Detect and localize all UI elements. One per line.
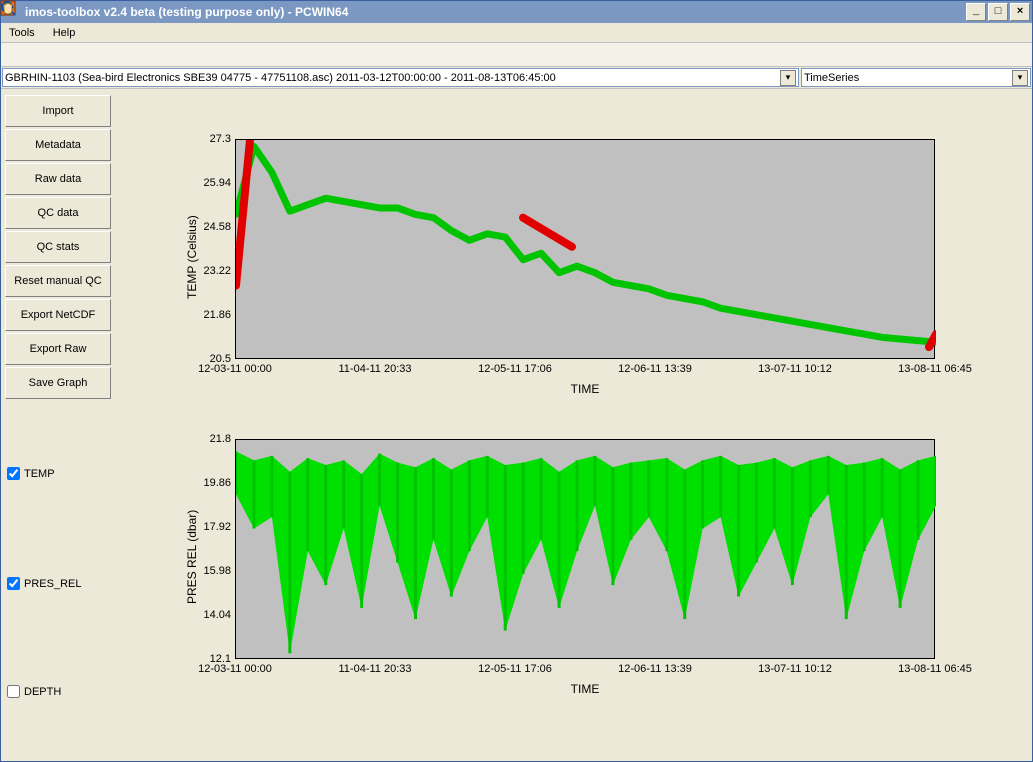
zoom-out-button[interactable]: [33, 44, 55, 66]
toolbar: [1, 43, 1032, 67]
x-tick: 13-08-11 06:45: [885, 363, 985, 375]
x-tick: 11-04-11 20:33: [325, 663, 425, 675]
pan-button[interactable]: [61, 44, 83, 66]
close-button[interactable]: ×: [1010, 3, 1030, 21]
y-tick: 21.86: [191, 309, 231, 321]
app-window: imos-toolbox v2.4 beta (testing purpose …: [0, 0, 1033, 762]
var-check-temp[interactable]: TEMP: [7, 467, 55, 480]
pres-rel-label: PRES_REL: [24, 578, 81, 590]
save-graph-button[interactable]: Save Graph: [5, 367, 111, 399]
metadata-button[interactable]: Metadata: [5, 129, 111, 161]
menu-help[interactable]: Help: [49, 25, 80, 41]
reset-manual-qc-button[interactable]: Reset manual QC: [5, 265, 111, 297]
x-tick: 13-08-11 06:45: [885, 663, 985, 675]
dataset-combo[interactable]: GBRHIN-1103 (Sea-bird Electronics SBE39 …: [2, 68, 799, 87]
x-tick: 12-03-11 00:00: [185, 363, 285, 375]
depth-label: DEPTH: [24, 686, 61, 698]
menubar: Tools Help: [1, 23, 1032, 43]
x-tick: 12-05-11 17:06: [465, 363, 565, 375]
y-tick: 15.98: [191, 565, 231, 577]
dataset-combo-text: GBRHIN-1103 (Sea-bird Electronics SBE39 …: [5, 72, 556, 84]
x-tick: 11-04-11 20:33: [325, 363, 425, 375]
hand-icon: [0, 0, 16, 16]
temp-label: TEMP: [24, 468, 55, 480]
zoom-in-button[interactable]: [5, 44, 27, 66]
x-tick: 12-05-11 17:06: [465, 663, 565, 675]
maximize-button[interactable]: □: [988, 3, 1008, 21]
view-combo-text: TimeSeries: [804, 72, 859, 84]
x-tick: 13-07-11 10:12: [745, 363, 845, 375]
y-tick: 14.04: [191, 609, 231, 621]
chevron-down-icon: ▾: [780, 70, 796, 86]
menu-tools[interactable]: Tools: [5, 25, 39, 41]
x-tick: 12-06-11 13:39: [605, 663, 705, 675]
pres-rel-checkbox[interactable]: [7, 577, 20, 590]
raw-data-button[interactable]: Raw data: [5, 163, 111, 195]
temp-checkbox[interactable]: [7, 467, 20, 480]
import-button[interactable]: Import: [5, 95, 111, 127]
y-tick: 21.8: [191, 433, 231, 445]
temp-xlabel: TIME: [235, 382, 935, 396]
var-check-depth[interactable]: DEPTH: [7, 685, 61, 698]
side-buttons: Import Metadata Raw data QC data QC stat…: [1, 89, 115, 757]
chevron-down-icon: ▾: [1012, 70, 1028, 86]
qc-stats-button[interactable]: QC stats: [5, 231, 111, 263]
x-tick: 12-03-11 00:00: [185, 663, 285, 675]
y-tick: 27.3: [191, 133, 231, 145]
temp-axes[interactable]: [235, 139, 935, 359]
status-strip: [1, 757, 1032, 761]
x-tick: 12-06-11 13:39: [605, 363, 705, 375]
content-area: Import Metadata Raw data QC data QC stat…: [1, 89, 1032, 757]
depth-checkbox[interactable]: [7, 685, 20, 698]
y-tick: 23.22: [191, 265, 231, 277]
minimize-button[interactable]: _: [966, 3, 986, 21]
pres-chart[interactable]: PRES REL (dbar) TIME 12.114.0415.9817.92…: [115, 409, 1015, 729]
temp-chart[interactable]: TEMP (Celsius) TIME 20.521.8623.2224.582…: [115, 89, 1015, 419]
titlebar: imos-toolbox v2.4 beta (testing purpose …: [1, 1, 1032, 23]
y-tick: 25.94: [191, 177, 231, 189]
y-tick: 17.92: [191, 521, 231, 533]
view-combo[interactable]: TimeSeries ▾: [801, 68, 1031, 87]
pres-axes[interactable]: [235, 439, 935, 659]
selector-row: GBRHIN-1103 (Sea-bird Electronics SBE39 …: [1, 67, 1032, 89]
export-raw-button[interactable]: Export Raw: [5, 333, 111, 365]
window-title: imos-toolbox v2.4 beta (testing purpose …: [25, 5, 966, 19]
var-check-pres-rel[interactable]: PRES_REL: [7, 577, 81, 590]
y-tick: 19.86: [191, 477, 231, 489]
x-tick: 13-07-11 10:12: [745, 663, 845, 675]
export-netcdf-button[interactable]: Export NetCDF: [5, 299, 111, 331]
pres-xlabel: TIME: [235, 682, 935, 696]
plot-area: TEMP (Celsius) TIME 20.521.8623.2224.582…: [115, 89, 1032, 757]
qc-data-button[interactable]: QC data: [5, 197, 111, 229]
y-tick: 24.58: [191, 221, 231, 233]
window-controls: _ □ ×: [966, 3, 1030, 21]
